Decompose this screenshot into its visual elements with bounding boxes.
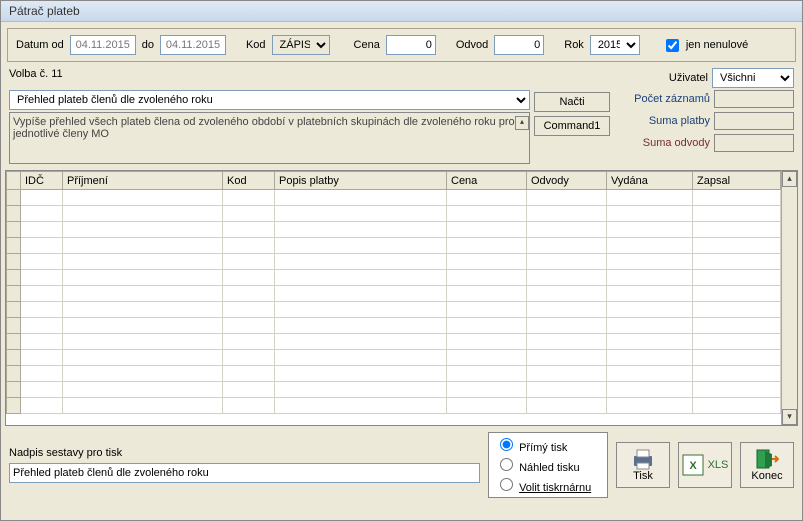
label-rok: Rok [564,39,584,51]
input-cena[interactable] [386,35,436,55]
col-kod[interactable]: Kod [223,172,275,190]
table-row[interactable] [7,398,781,414]
table-row[interactable] [7,334,781,350]
value-suma-platby [714,112,794,130]
scroll-up-icon[interactable]: ▴ [782,171,797,187]
description-box: Vypíše přehled všech plateb člena od zvo… [9,112,530,164]
print-mode-group: Přímý tisk Náhled tisku Volit tiskrnárnu [488,432,608,498]
input-odvod[interactable] [494,35,544,55]
window-title: Pátrač plateb [1,1,802,22]
label-datum-od: Datum od [16,39,64,51]
checkbox-jen-nenulove[interactable]: jen nenulové [662,36,748,55]
radio-primy-tisk[interactable]: Přímý tisk [495,435,601,455]
exit-icon [755,448,779,470]
input-datum-od[interactable] [70,35,136,55]
select-report[interactable]: Přehled plateb členů dle zvoleného roku [9,90,530,110]
select-uzivatel[interactable]: Všichni [712,68,794,88]
filter-panel: Datum od do Kod ZÁPIS Cena Odvod Rok 201… [7,28,796,62]
col-popis[interactable]: Popis platby [275,172,447,190]
col-cena[interactable]: Cena [447,172,527,190]
printer-icon [631,448,655,470]
scroll-up-icon[interactable]: ▴ [515,116,529,130]
table-row[interactable] [7,286,781,302]
excel-icon: X [682,454,704,476]
label-suma-platby: Suma platby [614,115,710,127]
table-row[interactable] [7,366,781,382]
value-suma-odvody [714,134,794,152]
input-datum-do[interactable] [160,35,226,55]
tisk-button[interactable]: Tisk [616,442,670,488]
scroll-down-icon[interactable]: ▾ [782,409,797,425]
col-vydana[interactable]: Vydána [607,172,693,190]
label-uzivatel: Uživatel [669,72,708,84]
label-volba: Volba č. 11 [9,68,63,88]
label-odvod: Odvod [456,39,488,51]
col-prijmeni[interactable]: Příjmení [63,172,223,190]
table-row[interactable] [7,302,781,318]
col-zapsal[interactable]: Zapsal [693,172,781,190]
table-row[interactable] [7,222,781,238]
xls-button[interactable]: X XLS [678,442,732,488]
table-row[interactable] [7,382,781,398]
col-odvody[interactable]: Odvody [527,172,607,190]
data-grid[interactable]: IDČ Příjmení Kod Popis platby Cena Odvod… [5,170,798,426]
select-rok[interactable]: 2015 [590,35,640,55]
table-row[interactable] [7,270,781,286]
scrollbar-vertical[interactable]: ▴ ▾ [781,171,797,425]
label-nadpis: Nadpis sestavy pro tisk [9,447,480,459]
radio-nahled-tisku[interactable]: Náhled tisku [495,455,601,475]
value-pocet [714,90,794,108]
table-row[interactable] [7,206,781,222]
label-kod: Kod [246,39,266,51]
table-row[interactable] [7,254,781,270]
table-row[interactable] [7,350,781,366]
label-suma-odvody: Suma odvody [614,137,710,149]
grid-corner [7,172,21,190]
checkbox-jen-nenulove-input[interactable] [666,39,679,52]
svg-text:X: X [689,460,697,472]
select-kod[interactable]: ZÁPIS [272,35,330,55]
radio-volit-tiskarnu[interactable]: Volit tiskrnárnu [495,475,601,495]
table-row[interactable] [7,190,781,206]
col-idc[interactable]: IDČ [21,172,63,190]
konec-button[interactable]: Konec [740,442,794,488]
input-nadpis[interactable] [9,463,480,483]
command1-button[interactable]: Command1 [534,116,610,136]
table-row[interactable] [7,318,781,334]
label-pocet: Počet záznamů [614,93,710,105]
table-row[interactable] [7,238,781,254]
label-cena: Cena [354,39,380,51]
nacti-button[interactable]: Načti [534,92,610,112]
label-do: do [142,39,154,51]
